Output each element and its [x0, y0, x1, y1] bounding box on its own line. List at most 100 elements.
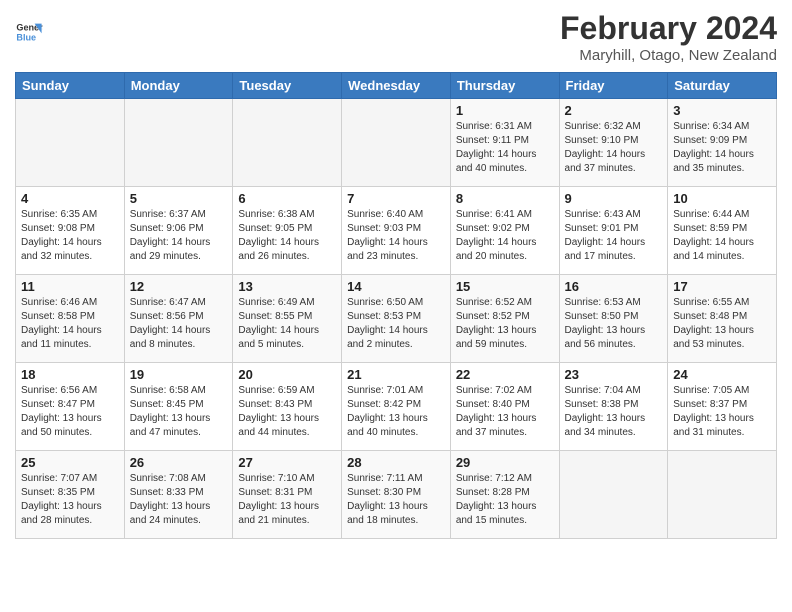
calendar-cell: 17 Sunrise: 6:55 AMSunset: 8:48 PMDayligh… [668, 275, 777, 363]
day-info: Sunrise: 6:56 AMSunset: 8:47 PMDaylight:… [21, 384, 119, 440]
day-number: 19 [130, 367, 228, 382]
day-number: 26 [130, 455, 228, 470]
day-info: Sunrise: 7:07 AMSunset: 8:35 PMDaylight:… [21, 472, 119, 528]
calendar-day-header: Tuesday [233, 73, 342, 99]
day-info: Sunrise: 7:01 AMSunset: 8:42 PMDaylight:… [347, 384, 445, 440]
day-info: Sunrise: 6:55 AMSunset: 8:48 PMDaylight:… [673, 296, 771, 352]
day-info: Sunrise: 6:34 AMSunset: 9:09 PMDaylight:… [673, 120, 771, 176]
page-subtitle: Maryhill, Otago, New Zealand [560, 47, 777, 64]
calendar-day-header: Wednesday [342, 73, 451, 99]
calendar-cell: 25 Sunrise: 7:07 AMSunset: 8:35 PMDayligh… [16, 451, 125, 539]
calendar-cell: 29Sunrise: 7:12 AMSunset: 8:28 PMDayligh… [450, 451, 559, 539]
day-number: 25 [21, 455, 119, 470]
day-number: 14 [347, 279, 445, 294]
day-info: Sunrise: 6:49 AMSunset: 8:55 PMDaylight:… [238, 296, 336, 352]
day-info: Sunrise: 7:11 AMSunset: 8:30 PMDaylight:… [347, 472, 445, 528]
calendar-cell [16, 99, 125, 187]
day-number: 5 [130, 191, 228, 206]
calendar-cell: 9 Sunrise: 6:43 AMSunset: 9:01 PMDaylight… [559, 187, 668, 275]
calendar-cell: 5 Sunrise: 6:37 AMSunset: 9:06 PMDaylight… [124, 187, 233, 275]
calendar-week-row: 11 Sunrise: 6:46 AMSunset: 8:58 PMDayligh… [16, 275, 777, 363]
calendar-cell: 24Sunrise: 7:05 AMSunset: 8:37 PMDayligh… [668, 363, 777, 451]
calendar-cell: 26 Sunrise: 7:08 AMSunset: 8:33 PMDayligh… [124, 451, 233, 539]
day-info: Sunrise: 6:38 AMSunset: 9:05 PMDaylight:… [238, 208, 336, 264]
logo-icon: General Blue [15, 18, 43, 46]
day-number: 28 [347, 455, 445, 470]
calendar-cell: 21 Sunrise: 7:01 AMSunset: 8:42 PMDayligh… [342, 363, 451, 451]
calendar-cell [124, 99, 233, 187]
calendar-cell: 15 Sunrise: 6:52 AMSunset: 8:52 PMDayligh… [450, 275, 559, 363]
calendar-day-header: Saturday [668, 73, 777, 99]
day-number: 13 [238, 279, 336, 294]
logo: General Blue [15, 18, 43, 46]
day-info: Sunrise: 7:10 AMSunset: 8:31 PMDaylight:… [238, 472, 336, 528]
day-number: 9 [565, 191, 663, 206]
day-number: 4 [21, 191, 119, 206]
calendar-cell: 22Sunrise: 7:02 AMSunset: 8:40 PMDayligh… [450, 363, 559, 451]
day-number: 6 [238, 191, 336, 206]
calendar-cell: 10 Sunrise: 6:44 AMSunset: 8:59 PMDayligh… [668, 187, 777, 275]
calendar-cell: 12 Sunrise: 6:47 AMSunset: 8:56 PMDayligh… [124, 275, 233, 363]
title-section: February 2024 Maryhill, Otago, New Zeala… [560, 10, 777, 64]
day-number: 22 [456, 367, 554, 382]
day-info: Sunrise: 6:52 AMSunset: 8:52 PMDaylight:… [456, 296, 554, 352]
day-info: Sunrise: 6:46 AMSunset: 8:58 PMDaylight:… [21, 296, 119, 352]
calendar-cell: 8 Sunrise: 6:41 AMSunset: 9:02 PMDaylight… [450, 187, 559, 275]
calendar-cell [668, 451, 777, 539]
day-info: Sunrise: 6:53 AMSunset: 8:50 PMDaylight:… [565, 296, 663, 352]
day-info: Sunrise: 6:50 AMSunset: 8:53 PMDaylight:… [347, 296, 445, 352]
day-number: 16 [565, 279, 663, 294]
calendar-header-row: SundayMondayTuesdayWednesdayThursdayFrid… [16, 73, 777, 99]
calendar-cell: 2 Sunrise: 6:32 AMSunset: 9:10 PMDaylight… [559, 99, 668, 187]
calendar-week-row: 25 Sunrise: 7:07 AMSunset: 8:35 PMDayligh… [16, 451, 777, 539]
day-number: 23 [565, 367, 663, 382]
day-number: 21 [347, 367, 445, 382]
calendar-cell: 27 Sunrise: 7:10 AMSunset: 8:31 PMDayligh… [233, 451, 342, 539]
calendar-table: SundayMondayTuesdayWednesdayThursdayFrid… [15, 72, 777, 539]
day-info: Sunrise: 6:58 AMSunset: 8:45 PMDaylight:… [130, 384, 228, 440]
calendar-week-row: 1 Sunrise: 6:31 AMSunset: 9:11 PMDaylight… [16, 99, 777, 187]
calendar-cell: 23 Sunrise: 7:04 AMSunset: 8:38 PMDayligh… [559, 363, 668, 451]
day-number: 27 [238, 455, 336, 470]
day-info: Sunrise: 7:05 AMSunset: 8:37 PMDaylight:… [673, 384, 771, 440]
day-info: Sunrise: 6:43 AMSunset: 9:01 PMDaylight:… [565, 208, 663, 264]
day-number: 8 [456, 191, 554, 206]
day-info: Sunrise: 6:59 AMSunset: 8:43 PMDaylight:… [238, 384, 336, 440]
calendar-cell: 3Sunrise: 6:34 AMSunset: 9:09 PMDaylight… [668, 99, 777, 187]
calendar-cell: 28 Sunrise: 7:11 AMSunset: 8:30 PMDayligh… [342, 451, 451, 539]
calendar-cell: 16 Sunrise: 6:53 AMSunset: 8:50 PMDayligh… [559, 275, 668, 363]
calendar-cell: 1 Sunrise: 6:31 AMSunset: 9:11 PMDaylight… [450, 99, 559, 187]
day-number: 10 [673, 191, 771, 206]
calendar-cell: 18 Sunrise: 6:56 AMSunset: 8:47 PMDayligh… [16, 363, 125, 451]
day-number: 2 [565, 103, 663, 118]
day-info: Sunrise: 6:41 AMSunset: 9:02 PMDaylight:… [456, 208, 554, 264]
day-info: Sunrise: 6:31 AMSunset: 9:11 PMDaylight:… [456, 120, 554, 176]
day-info: Sunrise: 6:35 AMSunset: 9:08 PMDaylight:… [21, 208, 119, 264]
calendar-cell [342, 99, 451, 187]
calendar-day-header: Monday [124, 73, 233, 99]
calendar-week-row: 4 Sunrise: 6:35 AMSunset: 9:08 PMDaylight… [16, 187, 777, 275]
calendar-cell: 7Sunrise: 6:40 AMSunset: 9:03 PMDaylight… [342, 187, 451, 275]
day-number: 7 [347, 191, 445, 206]
svg-text:Blue: Blue [16, 32, 36, 42]
day-number: 15 [456, 279, 554, 294]
calendar-cell: 4 Sunrise: 6:35 AMSunset: 9:08 PMDaylight… [16, 187, 125, 275]
calendar-cell: 19 Sunrise: 6:58 AMSunset: 8:45 PMDayligh… [124, 363, 233, 451]
day-number: 17 [673, 279, 771, 294]
calendar-day-header: Friday [559, 73, 668, 99]
calendar-cell: 14 Sunrise: 6:50 AMSunset: 8:53 PMDayligh… [342, 275, 451, 363]
day-info: Sunrise: 6:32 AMSunset: 9:10 PMDaylight:… [565, 120, 663, 176]
day-info: Sunrise: 7:08 AMSunset: 8:33 PMDaylight:… [130, 472, 228, 528]
day-number: 1 [456, 103, 554, 118]
day-number: 29 [456, 455, 554, 470]
day-info: Sunrise: 6:47 AMSunset: 8:56 PMDaylight:… [130, 296, 228, 352]
calendar-cell: 11 Sunrise: 6:46 AMSunset: 8:58 PMDayligh… [16, 275, 125, 363]
day-number: 12 [130, 279, 228, 294]
calendar-day-header: Sunday [16, 73, 125, 99]
calendar-day-header: Thursday [450, 73, 559, 99]
day-number: 18 [21, 367, 119, 382]
day-number: 11 [21, 279, 119, 294]
day-info: Sunrise: 7:04 AMSunset: 8:38 PMDaylight:… [565, 384, 663, 440]
day-info: Sunrise: 6:44 AMSunset: 8:59 PMDaylight:… [673, 208, 771, 264]
day-info: Sunrise: 6:37 AMSunset: 9:06 PMDaylight:… [130, 208, 228, 264]
